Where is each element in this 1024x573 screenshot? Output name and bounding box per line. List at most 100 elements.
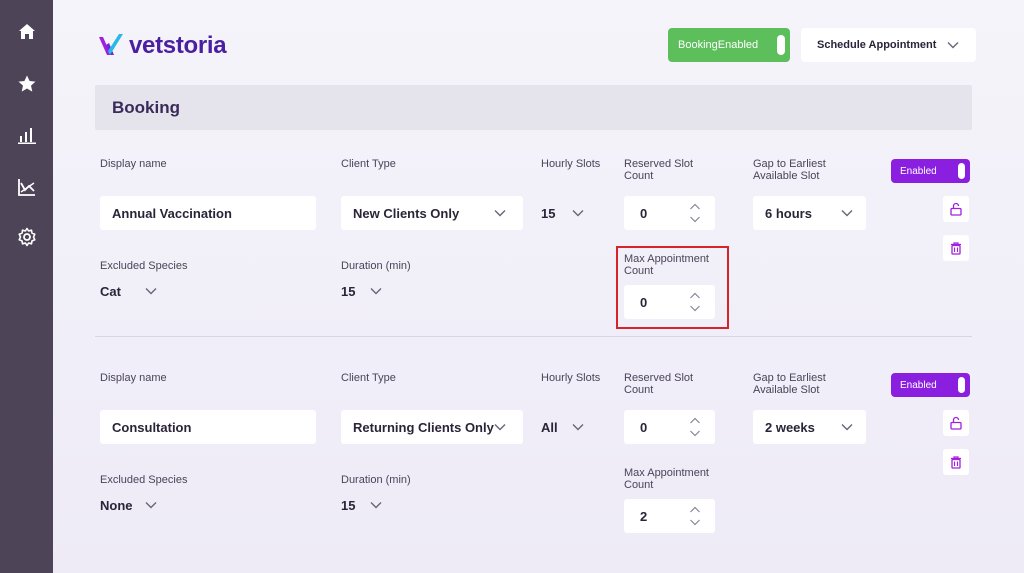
chevron-down-icon[interactable]	[370, 287, 382, 295]
analytics-icon[interactable]	[13, 173, 41, 201]
trash-icon	[951, 456, 961, 469]
client-type-label: Client Type	[341, 158, 396, 170]
max-appointment-count-value: 2	[640, 508, 648, 524]
max-appointment-count-value: 0	[640, 294, 648, 310]
client-type-select[interactable]: New Clients Only	[341, 196, 523, 230]
chevron-down-icon[interactable]	[370, 501, 382, 509]
label-line: Count	[624, 170, 654, 182]
excluded-species-select[interactable]: Cat	[100, 284, 121, 299]
display-name-input[interactable]: Annual Vaccination	[100, 196, 316, 230]
gap-value: 2 weeks	[765, 419, 815, 435]
duration-select[interactable]: 15	[341, 284, 355, 299]
max-appointment-count-label: Max Appointment Count	[624, 253, 709, 277]
display-name-label: Display name	[100, 372, 167, 384]
enabled-toggle[interactable]: Enabled	[891, 373, 970, 397]
duration-label: Duration (min)	[341, 474, 411, 486]
stepper-arrows-icon[interactable]	[689, 506, 701, 526]
unlock-button[interactable]	[943, 410, 969, 436]
excluded-species-select[interactable]: None	[100, 498, 133, 513]
booking-enabled-label: BookingEnabled	[678, 39, 759, 51]
stepper-arrows-icon[interactable]	[689, 203, 701, 223]
label-line: Max Appointment	[624, 253, 709, 265]
hourly-slots-value: 15	[541, 206, 556, 221]
chevron-down-icon	[841, 209, 853, 217]
bar-chart-icon[interactable]	[13, 121, 41, 149]
max-appointment-count-label: Max Appointment Count	[624, 467, 709, 491]
logo-text: vetstoria	[129, 32, 227, 59]
vetstoria-logo: vetstoria	[97, 30, 227, 62]
reserved-slot-count-input[interactable]: 0	[624, 196, 715, 230]
gap-select[interactable]: 6 hours	[753, 196, 866, 230]
chevron-down-icon	[841, 423, 853, 431]
gap-select[interactable]: 2 weeks	[753, 410, 866, 444]
hourly-slots-select[interactable]: All	[541, 420, 558, 435]
section-title: Booking	[112, 97, 180, 117]
max-appointment-count-input[interactable]: 0	[624, 285, 715, 319]
gap-label: Gap to Earliest Available Slot	[753, 158, 826, 182]
trash-icon	[951, 242, 961, 255]
unlock-button[interactable]	[943, 196, 969, 222]
gap-value: 6 hours	[765, 205, 812, 221]
client-type-value: New Clients Only	[353, 205, 460, 221]
hourly-slots-select[interactable]: 15	[541, 206, 555, 221]
stepper-arrows-icon[interactable]	[689, 292, 701, 312]
excluded-species-label: Excluded Species	[100, 260, 188, 272]
row-divider	[95, 336, 972, 337]
chevron-down-icon	[494, 209, 506, 217]
stepper-arrows-icon[interactable]	[689, 417, 701, 437]
chevron-down-icon	[947, 41, 959, 49]
duration-value: 15	[341, 498, 356, 513]
display-name-input[interactable]: Consultation	[100, 410, 316, 444]
label-line: Count	[624, 265, 654, 277]
toggle-knob	[777, 35, 785, 55]
reserved-slot-count-input[interactable]: 0	[624, 410, 715, 444]
section-header: Booking	[95, 85, 972, 130]
chevron-down-icon[interactable]	[572, 423, 584, 431]
schedule-appointment-select[interactable]: Schedule Appointment	[801, 28, 976, 62]
label-line: Available Slot	[753, 384, 820, 396]
label-line: Gap to Earliest	[753, 158, 826, 170]
reserved-slot-count-label: Reserved Slot Count	[624, 158, 693, 182]
logo-mark-icon	[99, 34, 123, 55]
hourly-slots-value: All	[541, 420, 558, 435]
reserved-slot-count-value: 0	[640, 205, 648, 221]
chevron-down-icon[interactable]	[145, 501, 157, 509]
label-line: Count	[624, 384, 654, 396]
toggle-knob	[958, 377, 965, 393]
enabled-toggle[interactable]: Enabled	[891, 159, 970, 183]
display-name-value: Annual Vaccination	[112, 205, 232, 221]
star-icon[interactable]	[13, 70, 41, 98]
duration-select[interactable]: 15	[341, 498, 355, 513]
client-type-select[interactable]: Returning Clients Only	[341, 410, 523, 444]
chevron-down-icon[interactable]	[145, 287, 157, 295]
delete-button[interactable]	[943, 235, 969, 261]
label-line: Count	[624, 479, 654, 491]
max-appointment-count-input[interactable]: 2	[624, 499, 715, 533]
schedule-appointment-label: Schedule Appointment	[817, 39, 937, 51]
booking-enabled-toggle[interactable]: BookingEnabled	[668, 28, 790, 62]
unlock-icon	[950, 202, 962, 216]
display-name-label: Display name	[100, 158, 167, 170]
reserved-slot-count-value: 0	[640, 419, 648, 435]
hourly-slots-label: Hourly Slots	[541, 372, 601, 384]
label-line: Available Slot	[753, 170, 820, 182]
reserved-slot-count-label: Reserved Slot Count	[624, 372, 693, 396]
excluded-species-label: Excluded Species	[100, 474, 188, 486]
enabled-label: Enabled	[900, 379, 937, 391]
label-line: Reserved Slot	[624, 158, 694, 170]
gear-icon[interactable]	[13, 223, 41, 251]
enabled-label: Enabled	[900, 165, 937, 177]
client-type-value: Returning Clients Only	[353, 419, 494, 435]
chevron-down-icon	[494, 423, 506, 431]
home-icon[interactable]	[13, 18, 41, 46]
label-line: Reserved Slot	[624, 372, 694, 384]
unlock-icon	[950, 416, 962, 430]
delete-button[interactable]	[943, 449, 969, 475]
sidebar	[0, 0, 53, 573]
label-line: Gap to Earliest	[753, 372, 826, 384]
excluded-species-value: Cat	[100, 284, 121, 299]
hourly-slots-label: Hourly Slots	[541, 158, 601, 170]
excluded-species-value: None	[100, 498, 133, 513]
chevron-down-icon[interactable]	[572, 209, 584, 217]
duration-label: Duration (min)	[341, 260, 411, 272]
